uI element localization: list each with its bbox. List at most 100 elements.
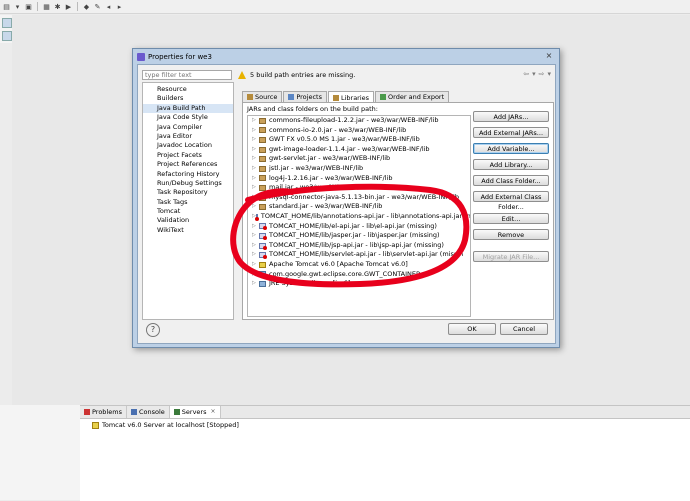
expand-icon[interactable]: ▷ [252,193,259,203]
expand-icon[interactable]: ▷ [252,145,259,155]
expand-icon[interactable]: ▷ [252,241,259,251]
cancel-button[interactable]: Cancel [500,323,548,335]
tree-item[interactable]: ▷ JRE System Library [jre6] [248,279,470,289]
nav-item[interactable]: Refactoring History [143,170,233,179]
view-tab-servers[interactable]: Servers × [169,406,221,418]
jar-icon [259,184,266,191]
open-type-icon[interactable]: ◆ [82,2,91,11]
server-entry[interactable]: Tomcat v6.0 Server at localhost [Stopped… [92,421,239,429]
button-add-external-class-folder[interactable]: Add External Class Folder... [473,191,549,211]
expand-icon[interactable]: ▷ [252,250,259,260]
nav-item[interactable]: Java Build Path [143,103,233,114]
expand-icon[interactable]: ▷ [252,260,259,270]
nav-item[interactable]: Task Repository [143,188,233,197]
tree-item[interactable]: ▷ TOMCAT_HOME/lib/el-api.jar - lib\el-api… [248,222,470,232]
filter-input[interactable] [142,70,232,80]
nav-item[interactable]: Builders [143,94,233,103]
nav-item[interactable]: WikiText [143,226,233,235]
view-tabs: Problems Console Servers × [80,406,690,419]
tree-item[interactable]: ▷ com.google.gwt.eclipse.core.GWT_CONTAIN… [248,270,470,280]
view-tab-label: Problems [92,408,122,416]
tree-item[interactable]: ▷ mysql-connector-java-5.1.13-bin.jar - w… [248,193,470,203]
tree-item[interactable]: ▷ TOMCAT_HOME/lib/jsp-api.jar - lib\jsp-a… [248,241,470,251]
nav-item[interactable]: Project References [143,160,233,169]
view-icon[interactable] [2,31,12,41]
tree-item[interactable]: ▷ GWT FX v0.5.0 MS 1.jar - we3/war/WEB-IN… [248,135,470,145]
print-icon[interactable]: ▦ [42,2,51,11]
tree-item[interactable]: ▷ mail.jar - we3/war/WEB-INF/lib [248,183,470,193]
nav-item[interactable]: Validation [143,216,233,225]
nav-item[interactable]: Tomcat [143,207,233,216]
debug-icon[interactable]: ✱ [53,2,62,11]
nav-item[interactable]: Java Compiler [143,123,233,132]
expand-icon[interactable]: ▷ [252,222,259,232]
button-remove[interactable]: Remove [473,229,549,240]
button-add-class-folder[interactable]: Add Class Folder... [473,175,549,186]
button-add-variable[interactable]: Add Variable... [473,143,549,154]
tree-item[interactable]: ▷ log4j-1.2.16.jar - we3/war/WEB-INF/lib [248,174,470,184]
tab-order-and-export[interactable]: Order and Export [375,91,450,102]
expand-icon[interactable]: ▷ [252,183,259,193]
tree-item-label: log4j-1.2.16.jar - we3/war/WEB-INF/lib [269,173,393,182]
view-icon[interactable] [2,18,12,28]
tree-item[interactable]: ▷ standard.jar - we3/war/WEB-INF/lib [248,202,470,212]
expand-icon[interactable]: ▷ [252,202,259,212]
ok-button[interactable]: OK [448,323,496,335]
expand-icon[interactable]: ▷ [252,174,259,184]
dropdown-icon[interactable]: ▾ [532,70,536,78]
tree-item[interactable]: ▷ commons-io-2.0.jar - we3/war/WEB-INF/li… [248,126,470,136]
expand-icon[interactable]: ▷ [252,279,259,289]
back-arrow-icon[interactable]: ⇦ [523,70,529,78]
forward-arrow-icon[interactable]: ⇨ [539,70,545,78]
back-icon[interactable]: ◂ [104,2,113,11]
tab-projects[interactable]: Projects [283,91,327,102]
expand-icon[interactable]: ▷ [252,135,259,145]
close-icon[interactable]: × [210,406,215,418]
tree-item[interactable]: ▷ Apache Tomcat v6.0 [Apache Tomcat v6.0] [248,260,470,270]
new-icon[interactable]: ▤ [2,2,11,11]
tree-item[interactable]: ▷ commons-fileupload-1.2.2.jar - we3/war/… [248,116,470,126]
expand-icon[interactable]: ▷ [252,231,259,241]
tree-item[interactable]: ▷ gwt-servlet.jar - we3/war/WEB-INF/lib [248,154,470,164]
nav-item[interactable]: Resource [143,85,233,94]
expand-icon[interactable]: ▷ [252,154,259,164]
menu-icon[interactable]: ▾ [547,70,551,78]
tab-source[interactable]: Source [242,91,283,102]
problems-icon [84,409,90,415]
tree-item[interactable]: ▷ jstl.jar - we3/war/WEB-INF/lib [248,164,470,174]
help-icon[interactable]: ? [146,323,160,337]
forward-icon[interactable]: ▸ [115,2,124,11]
button-add-library[interactable]: Add Library... [473,159,549,170]
dialog-title-bar: Properties for we3 [137,52,212,62]
expand-icon[interactable]: ▷ [252,270,259,280]
tree-item-label: jstl.jar - we3/war/WEB-INF/lib [269,163,364,172]
build-path-tree[interactable]: ▷ commons-fileupload-1.2.2.jar - we3/war/… [247,115,471,317]
missing-jar-icon [259,252,267,260]
button-edit[interactable]: Edit... [473,213,549,224]
tree-item[interactable]: ▷ gwt-image-loader-1.1.4.jar - we3/war/WE… [248,145,470,155]
expand-icon[interactable]: ▷ [252,164,259,174]
bottom-views: Problems Console Servers × Tomcat v6.0 Serv… [80,405,690,501]
jar-icon [259,127,266,134]
expand-icon[interactable]: ▷ [252,126,259,136]
nav-item[interactable]: Run/Debug Settings [143,179,233,188]
search-icon[interactable]: ✎ [93,2,102,11]
nav-item[interactable]: Project Facets [143,151,233,160]
nav-item[interactable]: Java Editor [143,132,233,141]
console-icon [130,409,137,415]
run-icon[interactable]: ▶ [64,2,73,11]
tree-item[interactable]: ▷ TOMCAT_HOME/lib/annotations-api.jar - l… [248,212,470,222]
close-icon[interactable]: × [543,51,555,60]
nav-item[interactable]: Javadoc Location [143,141,233,150]
nav-item[interactable]: Java Code Style [143,113,233,122]
expand-icon[interactable]: ▷ [252,116,259,126]
view-tab-console[interactable]: Console [127,406,170,418]
tree-item[interactable]: ▷ TOMCAT_HOME/lib/servlet-api.jar - lib\s… [248,250,470,260]
nav-item[interactable]: Task Tags [143,198,233,207]
save-icon[interactable]: ▣ [24,2,33,11]
button-add-jars[interactable]: Add JARs... [473,111,549,122]
tree-item[interactable]: ▷ TOMCAT_HOME/lib/jasper.jar - lib\jasper… [248,231,470,241]
view-tab-problems[interactable]: Problems [80,406,127,418]
button-add-external-jars[interactable]: Add External JARs... [473,127,549,138]
dropdown-icon[interactable]: ▾ [13,2,22,11]
